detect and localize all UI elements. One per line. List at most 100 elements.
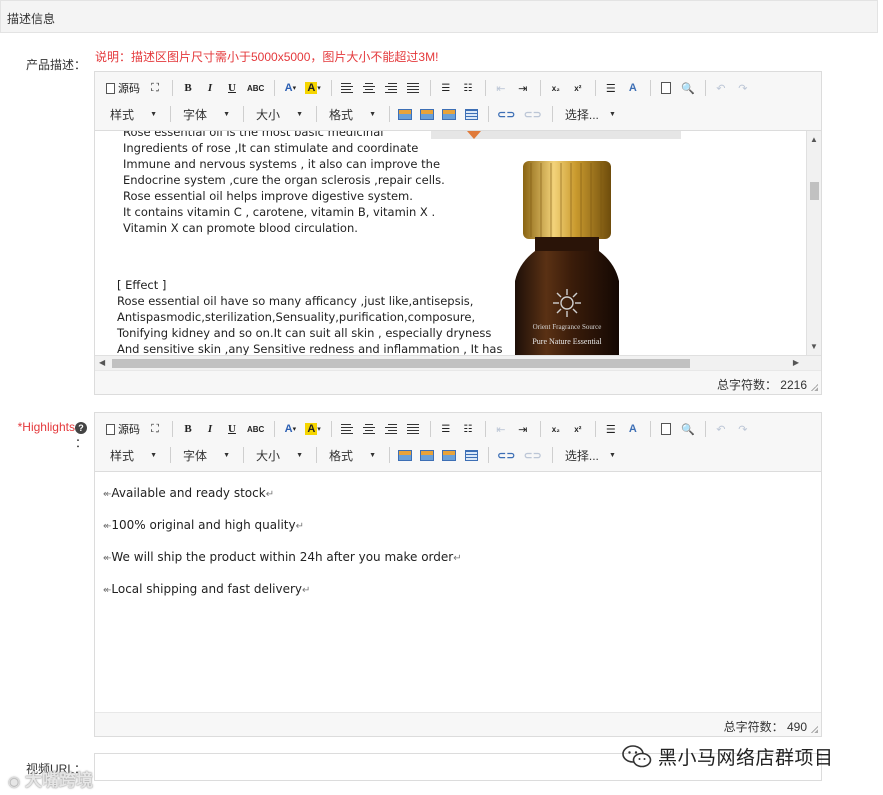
- horizontal-rule-button[interactable]: ☰: [601, 419, 621, 439]
- align-right-icon: [384, 423, 398, 435]
- clear-format-button[interactable]: A: [623, 419, 643, 439]
- align-right-button[interactable]: [381, 419, 401, 439]
- paste-text-button[interactable]: [417, 104, 437, 124]
- font-color-button[interactable]: A ▾: [280, 78, 300, 98]
- subscript-button[interactable]: x₂: [546, 419, 566, 439]
- superscript-button[interactable]: x²: [568, 419, 588, 439]
- preview-button[interactable]: 🔍: [678, 78, 698, 98]
- vertical-scrollbar[interactable]: ▲ ▼: [806, 131, 821, 355]
- style-dropdown[interactable]: 样式 ▼: [103, 445, 163, 465]
- font-dropdown[interactable]: 字体 ▼: [176, 104, 236, 124]
- paste-text-button[interactable]: [417, 445, 437, 465]
- scroll-left-icon[interactable]: ◀: [99, 358, 105, 367]
- fullscreen-button[interactable]: ⛶: [145, 419, 165, 439]
- outdent-button[interactable]: ⇤: [491, 419, 511, 439]
- wechat-icon: [622, 744, 652, 767]
- highlights-label: *Highlights? ：: [17, 420, 87, 450]
- justify-button[interactable]: [403, 419, 423, 439]
- toolbar-divider: [170, 106, 171, 122]
- table-button[interactable]: [461, 104, 481, 124]
- strikethrough-button[interactable]: ABC: [244, 419, 267, 439]
- numbered-list-button[interactable]: ☷: [458, 78, 478, 98]
- new-doc-icon: [660, 82, 671, 94]
- paste-icon: [398, 108, 412, 120]
- choose-dropdown[interactable]: 选择... ▼: [558, 104, 622, 124]
- align-center-button[interactable]: [359, 419, 379, 439]
- bold-button[interactable]: B: [178, 419, 198, 439]
- source-button[interactable]: 源码: [103, 78, 143, 98]
- watermark-text: 黑小马网络店群项目: [658, 748, 834, 769]
- highlight-color-button[interactable]: A ▾: [302, 419, 323, 439]
- unlink-button[interactable]: ⊂⊃: [520, 104, 544, 124]
- link-button[interactable]: ⊂⊃: [494, 104, 518, 124]
- underline-button[interactable]: U: [222, 419, 242, 439]
- style-dropdown[interactable]: 样式 ▼: [103, 104, 163, 124]
- toolbar-divider: [330, 80, 332, 96]
- indent-button[interactable]: ⇥: [513, 419, 533, 439]
- horizontal-scrollbar[interactable]: ◀ ▶: [95, 355, 821, 370]
- highlight-color-button[interactable]: A ▾: [302, 78, 323, 98]
- size-dropdown[interactable]: 大小 ▼: [249, 104, 309, 124]
- chevron-down-icon: ▼: [369, 451, 376, 459]
- bold-button[interactable]: B: [178, 78, 198, 98]
- fullscreen-button[interactable]: ⛶: [145, 78, 165, 98]
- superscript-button[interactable]: x²: [568, 78, 588, 98]
- align-right-icon: [384, 82, 398, 94]
- indent-button[interactable]: ⇥: [513, 78, 533, 98]
- clear-format-button[interactable]: A: [623, 78, 643, 98]
- paste-word-button[interactable]: [439, 104, 459, 124]
- fullscreen-icon: ⛶: [151, 81, 159, 94]
- source-button[interactable]: 源码: [103, 419, 143, 439]
- bullet-list-button[interactable]: ☰: [436, 419, 456, 439]
- underline-button[interactable]: U: [222, 78, 242, 98]
- size-dropdown[interactable]: 大小 ▼: [249, 445, 309, 465]
- outdent-button[interactable]: ⇤: [491, 78, 511, 98]
- paste-text-icon: [420, 449, 434, 461]
- scroll-down-icon[interactable]: ▼: [810, 342, 818, 351]
- subscript-button[interactable]: x₂: [546, 78, 566, 98]
- paste-button[interactable]: [395, 104, 415, 124]
- numbered-list-button[interactable]: ☷: [458, 419, 478, 439]
- font-color-button[interactable]: A ▾: [280, 419, 300, 439]
- scroll-up-icon[interactable]: ▲: [810, 135, 818, 144]
- italic-button[interactable]: I: [200, 419, 220, 439]
- resize-grip-icon[interactable]: [811, 384, 818, 391]
- preview-button[interactable]: 🔍: [678, 419, 698, 439]
- format-dropdown[interactable]: 格式 ▼: [322, 445, 382, 465]
- resize-grip-icon[interactable]: [811, 726, 818, 733]
- align-center-button[interactable]: [359, 78, 379, 98]
- editor-content[interactable]: ↞Available and ready stock↵ ↞100% origin…: [95, 472, 821, 712]
- align-right-button[interactable]: [381, 78, 401, 98]
- unlink-button[interactable]: ⊂⊃: [520, 445, 544, 465]
- scrollbar-thumb[interactable]: [810, 182, 819, 200]
- paste-button[interactable]: [395, 445, 415, 465]
- bullet-list-button[interactable]: ☰: [436, 78, 456, 98]
- font-dropdown[interactable]: 字体 ▼: [176, 445, 236, 465]
- editor-content[interactable]: Rose essential oil is the most basic med…: [95, 131, 821, 355]
- table-button[interactable]: [461, 445, 481, 465]
- link-button[interactable]: ⊂⊃: [494, 445, 518, 465]
- scroll-right-icon[interactable]: ▶: [793, 358, 799, 367]
- undo-button[interactable]: ↶: [711, 419, 731, 439]
- paste-word-button[interactable]: [439, 445, 459, 465]
- new-doc-button[interactable]: [656, 78, 676, 98]
- justify-button[interactable]: [403, 78, 423, 98]
- char-counter: 总字符数： 2216: [95, 370, 821, 394]
- preview-icon: 🔍: [680, 82, 695, 95]
- redo-button[interactable]: ↷: [733, 419, 753, 439]
- product-bottle-image: Orient Fragrance Source Pure Nature Esse…: [431, 131, 681, 355]
- redo-button[interactable]: ↷: [733, 78, 753, 98]
- italic-button[interactable]: I: [200, 78, 220, 98]
- undo-button[interactable]: ↶: [711, 78, 731, 98]
- strikethrough-button[interactable]: ABC: [244, 78, 267, 98]
- editor-toolbar: 源码 ⛶ B I U ABC A ▾ A ▾ ☰ ☷ ⇤ ⇥ x₂ x² ☰ A…: [95, 413, 821, 472]
- format-dropdown[interactable]: 格式 ▼: [322, 104, 382, 124]
- chevron-down-icon: ▼: [369, 110, 376, 118]
- help-icon[interactable]: ?: [75, 422, 87, 434]
- choose-dropdown[interactable]: 选择... ▼: [558, 445, 622, 465]
- align-left-button[interactable]: [337, 419, 357, 439]
- horizontal-rule-button[interactable]: ☰: [601, 78, 621, 98]
- align-left-button[interactable]: [337, 78, 357, 98]
- scrollbar-thumb[interactable]: [112, 359, 690, 368]
- new-doc-button[interactable]: [656, 419, 676, 439]
